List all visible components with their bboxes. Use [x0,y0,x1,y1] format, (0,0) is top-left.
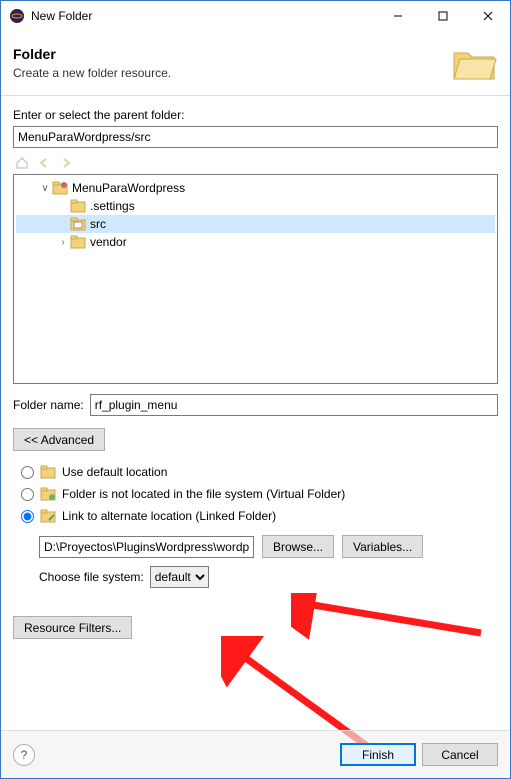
minimize-button[interactable] [375,1,420,31]
back-icon[interactable] [35,154,53,172]
option-default-label: Use default location [62,465,167,479]
tree-item-vendor[interactable]: › vendor [16,233,495,251]
tree-item-settings[interactable]: .settings [16,197,495,215]
radio-default-location[interactable] [21,466,34,479]
cancel-button[interactable]: Cancel [422,743,498,766]
link-path-input[interactable] [39,536,254,558]
option-linked-label: Link to alternate location (Linked Folde… [62,509,276,523]
resource-filters-button[interactable]: Resource Filters... [13,616,132,639]
project-icon [52,180,68,196]
tree-item-label: vendor [90,235,127,249]
tree-item-label: .settings [90,199,135,213]
eclipse-icon [9,8,25,24]
folder-icon [70,234,86,250]
titlebar: New Folder [1,1,510,31]
maximize-button[interactable] [420,1,465,31]
browse-button[interactable]: Browse... [262,535,334,558]
banner-heading: Folder [13,46,450,62]
parent-folder-input[interactable] [13,126,498,148]
radio-linked-folder[interactable] [21,510,34,523]
filesystem-label: Choose file system: [39,570,144,584]
parent-folder-label: Enter or select the parent folder: [13,108,498,122]
forward-icon[interactable] [57,154,75,172]
folder-icon [40,465,56,479]
radio-virtual-folder[interactable] [21,488,34,501]
tree-root-label: MenuParaWordpress [72,181,185,195]
linked-folder-icon [40,509,56,523]
folder-name-input[interactable] [90,394,498,416]
footer: ? Finish Cancel [1,730,510,778]
virtual-folder-icon [40,487,56,501]
tree-root[interactable]: ∨ MenuParaWordpress [16,179,495,197]
banner-subtitle: Create a new folder resource. [13,66,450,80]
close-button[interactable] [465,1,510,31]
folder-tree[interactable]: ∨ MenuParaWordpress .settings src › vend… [13,174,498,384]
expand-icon[interactable]: ∨ [38,183,52,194]
variables-button[interactable]: Variables... [342,535,423,558]
window-title: New Folder [31,9,375,23]
folder-icon [70,198,86,214]
finish-button[interactable]: Finish [340,743,416,766]
tree-item-src[interactable]: src [16,215,495,233]
src-folder-icon [70,216,86,232]
folder-name-label: Folder name: [13,398,84,412]
expand-icon[interactable]: › [56,237,70,248]
advanced-button[interactable]: << Advanced [13,428,105,451]
home-icon[interactable] [13,154,31,172]
filesystem-select[interactable]: default [150,566,209,588]
tree-item-label: src [90,217,106,231]
option-virtual-label: Folder is not located in the file system… [62,487,345,501]
help-button[interactable]: ? [13,744,35,766]
folder-large-icon [450,39,498,87]
banner: Folder Create a new folder resource. [1,31,510,96]
